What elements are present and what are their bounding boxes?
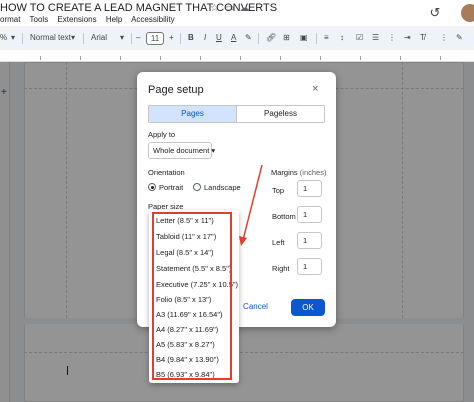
toolbar-divider [316,33,317,44]
ruler-tick [400,56,401,60]
document-title[interactable]: HOW TO CREATE A LEAD MAGNET THAT CONVERT… [0,2,277,14]
menu-accessibility[interactable]: Accessibility [131,15,175,24]
align-icon[interactable]: ≡ [324,33,329,42]
toolbar: % ▾ Normal text ▾ Arial ▾ – 11 + B I U A… [0,30,474,47]
comment-icon[interactable]: ⊞ [283,33,290,42]
margin-right-label: Right [272,264,290,273]
font-size-input[interactable]: 11 [146,32,164,45]
star-icon[interactable]: ☆ [209,3,220,14]
margins-unit: (inches) [299,168,327,177]
highlight-icon[interactable]: ✎ [245,33,252,42]
checklist-icon[interactable]: ☑ [356,33,363,42]
toolbar-divider [180,33,181,44]
decrease-font-size-button[interactable]: – [136,33,140,42]
font-select[interactable]: Arial [91,33,107,42]
avatar[interactable] [461,4,474,22]
menu-extensions[interactable]: Extensions [57,15,96,24]
menu-format[interactable]: ormat [0,15,20,24]
apply-to-value: Whole document [153,146,210,155]
zoom-select[interactable]: % [0,33,7,42]
menu-tools[interactable]: Tools [30,15,49,24]
close-icon[interactable]: × [312,83,318,95]
margin-right-input[interactable]: 1 [297,258,322,275]
menu-help[interactable]: Help [106,15,122,24]
chevron-down-icon: ▾ [120,33,125,42]
italic-icon[interactable]: I [204,33,206,42]
toolbar-divider [258,33,259,44]
increase-font-size-button[interactable]: + [169,33,174,42]
underline-icon[interactable]: U [216,33,222,42]
more-icon[interactable]: ⋮ [440,33,448,42]
margin-left-label: Left [272,238,285,247]
apply-to-label: Apply to [148,130,176,139]
move-folder-icon[interactable]: ▭ [224,3,235,14]
ruler-tick [240,56,241,60]
ok-button[interactable]: OK [291,299,325,316]
chevron-down-icon: ▾ [11,33,16,42]
margin-bottom-input[interactable]: 1 [297,206,322,223]
edit-mode-icon[interactable]: ✎ [456,33,463,42]
orientation-label: Orientation [148,168,185,177]
text-color-icon[interactable]: A [231,33,236,42]
ruler-tick [280,56,281,60]
ruler-tick [120,56,121,60]
chevron-down-icon: ▾ [211,146,216,155]
indent-icon[interactable]: ⇥ [404,33,411,42]
margin-top-label: Top [272,186,285,195]
ruler-tick [40,56,41,60]
apply-to-select[interactable]: Whole document ▾ [148,142,216,159]
ruler-tick [320,56,321,60]
ruler-tick [360,56,361,60]
history-icon[interactable]: ↺ [427,5,443,21]
cancel-button[interactable]: Cancel [238,300,273,314]
dialog-title: Page setup [148,84,204,96]
line-spacing-icon[interactable]: ↕ [340,33,344,42]
image-icon[interactable]: ▣ [300,33,308,42]
docs-header: HOW TO CREATE A LEAD MAGNET THAT CONVERT… [0,0,474,26]
portrait-radio[interactable] [148,183,156,191]
bold-icon[interactable]: B [188,33,194,42]
margins-label: Margins (inches) [271,168,326,177]
margin-bottom-label: Bottom [272,212,296,221]
style-select[interactable]: Normal text [30,33,71,42]
menu-bar: ormat Tools Extensions Help Accessibilit… [0,15,182,24]
landscape-radio[interactable] [193,183,201,191]
margin-left-input[interactable]: 1 [297,232,322,249]
tab-pageless[interactable]: Pageless [237,106,324,122]
tab-pages[interactable]: Pages [149,106,237,122]
ruler-tick [200,56,201,60]
toolbar-divider [83,33,84,44]
chevron-down-icon: ▾ [71,33,76,42]
annotation-highlight-box [152,212,232,380]
margins-title: Margins [271,168,298,177]
bulleted-list-icon[interactable]: ☰ [372,33,379,42]
cloud-status-icon[interactable]: ☁ [239,3,250,14]
landscape-label: Landscape [204,183,241,192]
portrait-label: Portrait [159,183,184,192]
ruler-tick [160,56,161,60]
numbered-list-icon[interactable]: ⋮ [388,33,396,42]
clear-formatting-icon[interactable]: T̸ [420,33,425,42]
ruler-tick [440,56,441,60]
horizontal-ruler[interactable] [0,50,474,62]
toolbar-divider [131,33,132,44]
toolbar-divider [22,33,23,44]
link-icon[interactable]: 🔗︎ [266,33,276,42]
ruler-tick [80,56,81,60]
margin-top-input[interactable]: 1 [297,180,322,197]
page-mode-tabs: Pages Pageless [148,105,325,123]
